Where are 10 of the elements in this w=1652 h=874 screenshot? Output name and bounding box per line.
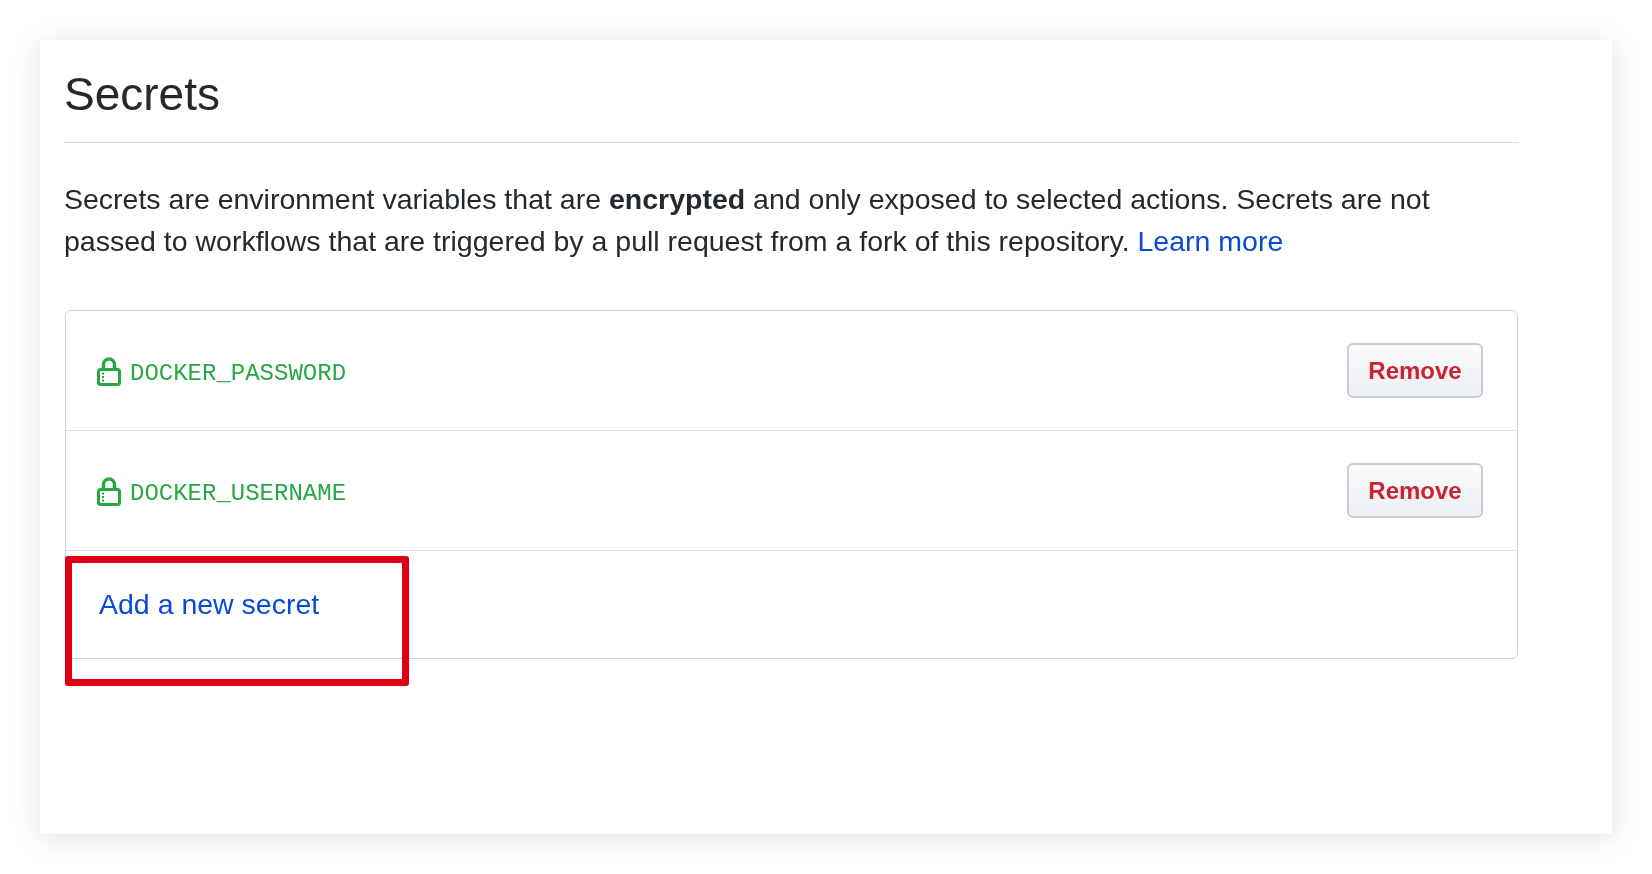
remove-button[interactable]: Remove xyxy=(1347,463,1483,518)
description-text: Secrets are environment variables that are encrypted and only exposed to selected actions. Secrets are not passed to workflows that are triggered by a pull request from a fork of this repository. Learn more xyxy=(64,182,1431,259)
learn-more-link[interactable]: Learn more xyxy=(1137,225,1284,257)
add-secret-link[interactable]: Add a new secret xyxy=(99,586,320,621)
lock-icon xyxy=(97,355,121,386)
lock-icon xyxy=(97,475,121,506)
remove-button[interactable]: Remove xyxy=(1347,343,1483,398)
secret-name: DOCKER_PASSWORD xyxy=(130,358,347,387)
secret-name: DOCKER_USERNAME xyxy=(130,478,347,507)
page-title: Secrets xyxy=(64,67,221,122)
